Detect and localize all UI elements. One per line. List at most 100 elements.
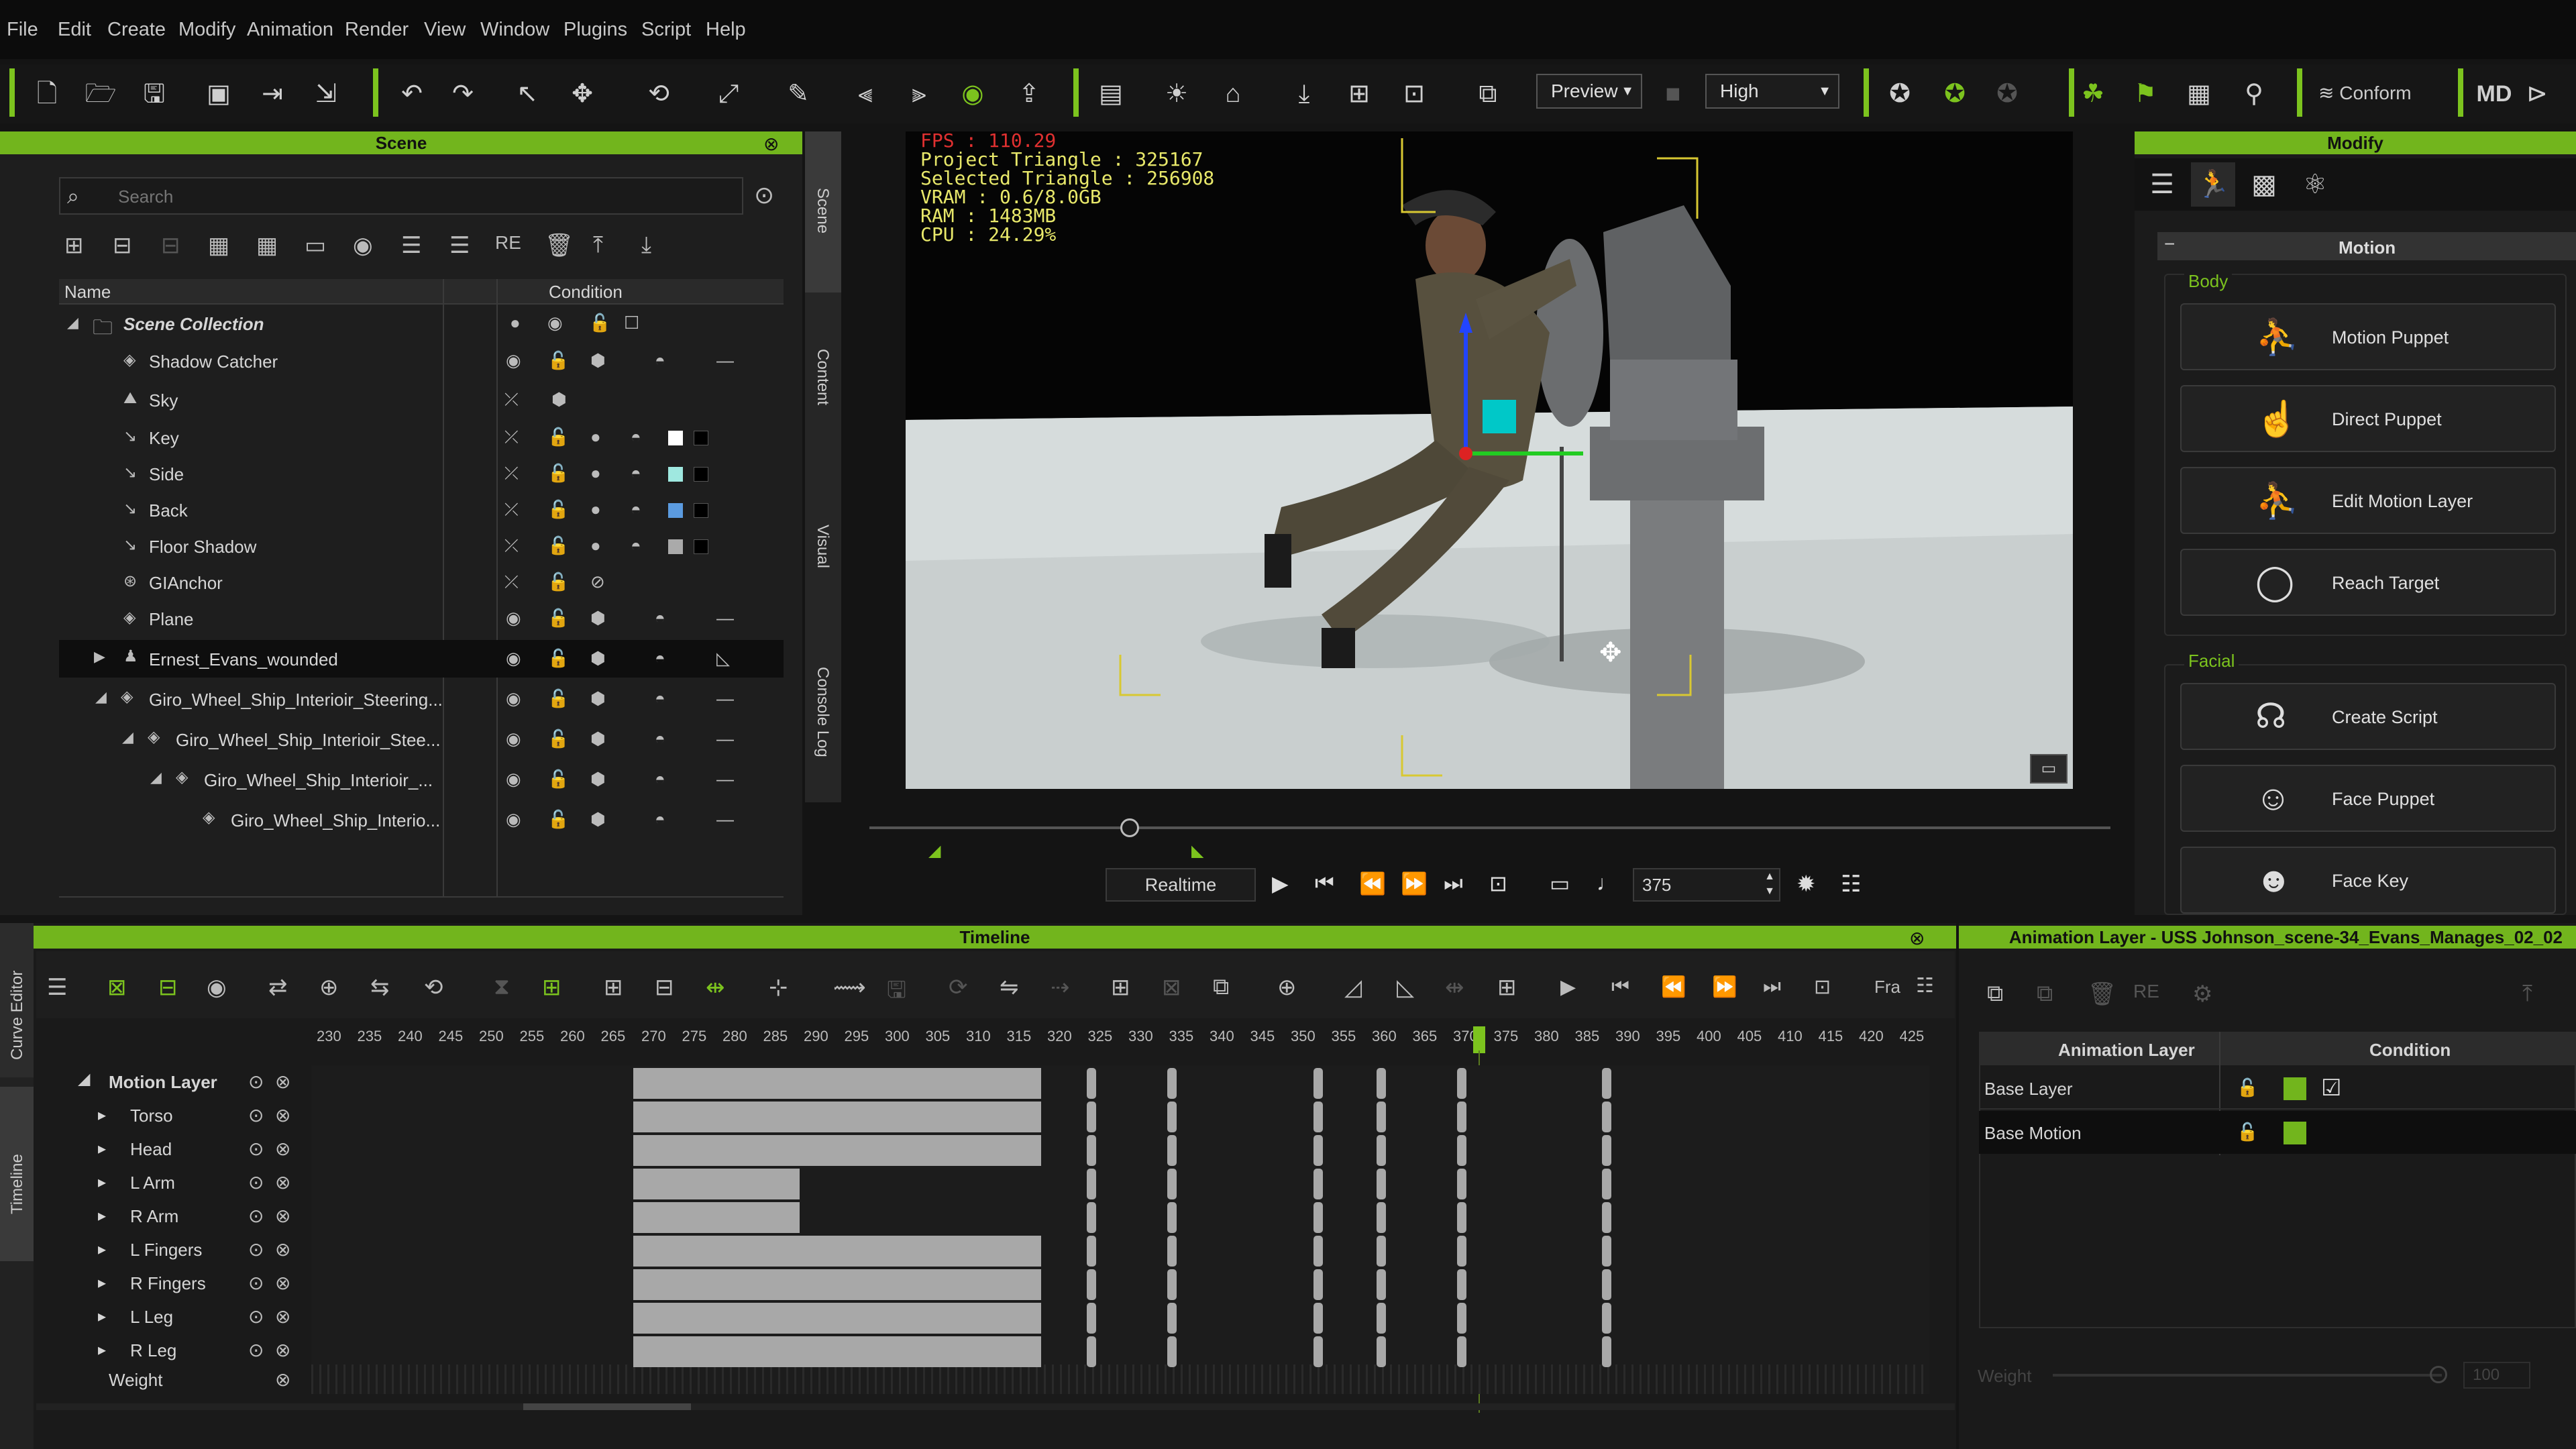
- hidden-eye-icon[interactable]: ⤫: [504, 389, 519, 411]
- keyframe[interactable]: [1087, 1102, 1096, 1132]
- keyframe[interactable]: [1457, 1303, 1466, 1334]
- material-icon[interactable]: ▩: [2242, 162, 2286, 207]
- timeline-scroll-thumb[interactable]: [523, 1403, 691, 1410]
- hidden-eye-icon[interactable]: ⤫: [504, 572, 519, 593]
- list-alt-icon[interactable]: ☰: [449, 232, 470, 259]
- conform-button[interactable]: ≋ Conform: [2318, 82, 2412, 104]
- keyframe[interactable]: [1377, 1169, 1386, 1199]
- scene-row-selected[interactable]: ▶ ♟ Ernest_Evans_wounded ◉ 🔓 ⬢ ◓ ◺: [59, 640, 784, 678]
- range-icon[interactable]: ⊞: [542, 974, 561, 1001]
- shadow-icon[interactable]: ◓: [655, 688, 665, 709]
- drop-icon[interactable]: ⫸: [902, 76, 936, 111]
- keyframe[interactable]: [1377, 1303, 1386, 1334]
- shadow-icon[interactable]: ◓: [631, 463, 641, 484]
- shadow-icon[interactable]: ◓: [655, 729, 665, 749]
- fit-icon[interactable]: ⤓: [1287, 76, 1322, 111]
- sliders-icon[interactable]: ☰: [2140, 162, 2184, 207]
- frame-selected-icon[interactable]: ⊞: [1342, 76, 1377, 111]
- keyframe[interactable]: [1602, 1135, 1611, 1166]
- motion-clip[interactable]: [633, 1336, 1041, 1367]
- expand-triangle-icon[interactable]: ▸: [98, 1139, 106, 1159]
- remove-marker-icon[interactable]: ⊠: [1162, 974, 1181, 1001]
- tab-visual[interactable]: Visual: [813, 525, 832, 568]
- add-marker-icon[interactable]: ⊞: [1111, 974, 1130, 1001]
- reference-icon[interactable]: RE: [495, 232, 521, 254]
- show-icon[interactable]: ◉: [353, 232, 373, 259]
- dash-icon[interactable]: —: [716, 729, 734, 749]
- eye-icon[interactable]: ◉: [506, 688, 521, 709]
- eye-icon[interactable]: ◉: [506, 350, 521, 371]
- light-on-icon[interactable]: ●: [590, 499, 601, 520]
- track-head[interactable]: Head: [130, 1139, 172, 1160]
- shadow-icon[interactable]: ◓: [655, 648, 665, 669]
- direct-puppet-button[interactable]: ☝ Direct Puppet: [2180, 385, 2556, 452]
- cube-icon[interactable]: ⬢: [590, 729, 606, 749]
- key-select-icon[interactable]: ⊠: [107, 974, 127, 1001]
- hidden-eye-icon[interactable]: ⤫: [504, 427, 519, 448]
- tl-prev-icon[interactable]: ⏪: [1661, 975, 1686, 999]
- track-motion-layer[interactable]: Motion Layer: [109, 1072, 217, 1093]
- light-color-swatch[interactable]: [668, 467, 683, 482]
- lock-icon[interactable]: 🔓: [2237, 1122, 2258, 1142]
- no-shadow-icon[interactable]: ⊘: [590, 572, 605, 592]
- filter-dropdown-icon[interactable]: ⊙: [754, 181, 774, 209]
- physics-bake-icon[interactable]: ✪: [1990, 76, 2025, 111]
- collapse-triangle-icon[interactable]: ◢: [122, 729, 133, 746]
- clip-icon[interactable]: ⊟: [655, 974, 674, 1001]
- reference-layer-icon[interactable]: RE: [2133, 981, 2159, 1002]
- time-slider-track[interactable]: [869, 826, 2110, 829]
- md-logo-icon[interactable]: MD: [2473, 76, 2516, 111]
- lock-icon[interactable]: 🔓: [547, 535, 569, 556]
- keyframe[interactable]: [1087, 1269, 1096, 1300]
- eye-icon[interactable]: ◉: [547, 313, 563, 333]
- scene-row[interactable]: ◈ Shadow Catcher ◉ 🔓 ⬢ ◓ —: [59, 343, 784, 380]
- open-folder-icon[interactable]: 🗁: [83, 76, 118, 111]
- delete-layer-icon[interactable]: 🗑: [2088, 981, 2116, 1008]
- save-icon[interactable]: 🖫: [137, 76, 172, 111]
- keyframe[interactable]: [1313, 1303, 1323, 1334]
- menu-create[interactable]: Create: [107, 19, 166, 41]
- lock-icon[interactable]: 🔓: [547, 809, 569, 830]
- lock-icon[interactable]: 🔓: [547, 608, 569, 629]
- lock-icon[interactable]: 🔓: [2237, 1077, 2258, 1098]
- export-selection-icon[interactable]: ⇪: [1012, 76, 1046, 111]
- visibility-eye-icon[interactable]: ◉: [955, 76, 990, 111]
- light-on-icon[interactable]: ●: [590, 427, 601, 447]
- keyframe[interactable]: [1377, 1135, 1386, 1166]
- eye-icon[interactable]: ◉: [506, 608, 521, 629]
- safe-frame-icon[interactable]: ⧉: [1470, 76, 1505, 111]
- light-color-swatch[interactable]: [668, 503, 683, 518]
- layer-options-icon[interactable]: ⚙: [2192, 981, 2212, 1008]
- window-layout-icon[interactable]: ▤: [1093, 76, 1128, 111]
- menu-edit[interactable]: Edit: [58, 19, 91, 41]
- keyframe[interactable]: [1167, 1102, 1177, 1132]
- shadow-icon[interactable]: ◓: [655, 769, 665, 790]
- menu-plugins[interactable]: Plugins: [564, 19, 627, 41]
- dash-icon[interactable]: —: [716, 608, 734, 629]
- track-r-fingers[interactable]: R Fingers: [130, 1273, 206, 1294]
- keyframe[interactable]: [1313, 1068, 1323, 1099]
- keyframe[interactable]: [1167, 1135, 1177, 1166]
- group-icon[interactable]: ⊟: [113, 232, 132, 259]
- frame-input[interactable]: 375 ▲ ▼: [1633, 868, 1780, 902]
- scene-row[interactable]: ⛰ Sky ⤫ ⬢: [59, 382, 784, 419]
- create-script-button[interactable]: ☊ Create Script: [2180, 683, 2556, 750]
- keyframe[interactable]: [1377, 1202, 1386, 1233]
- layer-weight-slider[interactable]: [2053, 1374, 2442, 1377]
- motion-clip[interactable]: [633, 1135, 1041, 1166]
- track-remove-icon[interactable]: ⊗: [275, 1104, 290, 1126]
- shadow-color-swatch[interactable]: [694, 467, 708, 482]
- home-camera-icon[interactable]: ⌂: [1216, 76, 1250, 111]
- add-key-icon[interactable]: ⊕: [319, 974, 339, 1001]
- scene-row[interactable]: ◈ Plane ◉ 🔓 ⬢ ◓ —: [59, 601, 784, 639]
- play-icon[interactable]: ▶: [1272, 871, 1289, 896]
- tl-play-icon[interactable]: ▶: [1560, 975, 1576, 999]
- caption-icon[interactable]: ▭: [2030, 754, 2068, 784]
- loop-icon[interactable]: ⊡: [1489, 871, 1507, 896]
- lock-icon[interactable]: 🔓: [547, 769, 569, 790]
- cube-icon[interactable]: ⬢: [590, 608, 606, 629]
- collapse-triangle-icon[interactable]: ◢: [78, 1069, 90, 1089]
- pick-icon[interactable]: ✎: [781, 76, 816, 111]
- play-circle-icon[interactable]: ⊳: [2520, 76, 2555, 111]
- clip-strip-icon[interactable]: ⊞: [1497, 974, 1517, 1001]
